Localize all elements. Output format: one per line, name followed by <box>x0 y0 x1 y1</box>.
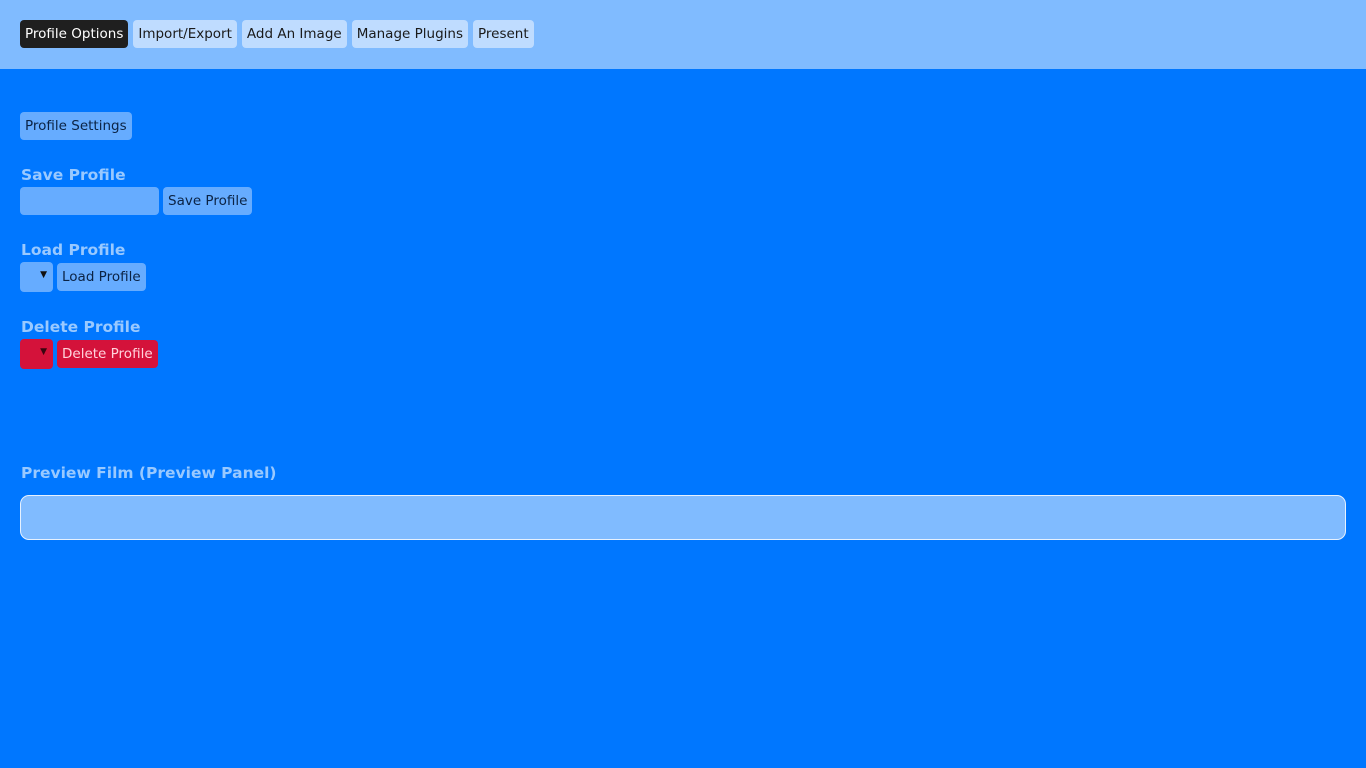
tab-add-an-image[interactable]: Add An Image <box>241 20 347 48</box>
preview-panel <box>20 495 1346 540</box>
tab-import-export[interactable]: Import/Export <box>133 20 237 48</box>
load-profile-select[interactable]: ▼ <box>20 262 53 292</box>
save-profile-heading: Save Profile <box>21 166 126 184</box>
delete-profile-heading: Delete Profile <box>21 318 141 336</box>
load-profile-button[interactable]: Load Profile <box>57 263 146 291</box>
tab-profile-options[interactable]: Profile Options <box>20 20 129 48</box>
preview-film-heading: Preview Film (Preview Panel) <box>21 464 277 482</box>
save-profile-button[interactable]: Save Profile <box>163 187 253 215</box>
profile-settings-button[interactable]: Profile Settings <box>20 112 132 140</box>
save-profile-name-input[interactable] <box>20 187 159 215</box>
delete-profile-button[interactable]: Delete Profile <box>57 340 158 368</box>
chevron-down-icon: ▼ <box>40 347 47 357</box>
tab-bar: Profile Options Import/Export Add An Ima… <box>20 20 534 48</box>
chevron-down-icon: ▼ <box>40 270 47 280</box>
tab-present[interactable]: Present <box>472 20 534 48</box>
load-profile-heading: Load Profile <box>21 241 126 259</box>
delete-profile-select[interactable]: ▼ <box>20 339 53 369</box>
top-toolbar: Profile Options Import/Export Add An Ima… <box>0 0 1366 69</box>
tab-manage-plugins[interactable]: Manage Plugins <box>351 20 468 48</box>
